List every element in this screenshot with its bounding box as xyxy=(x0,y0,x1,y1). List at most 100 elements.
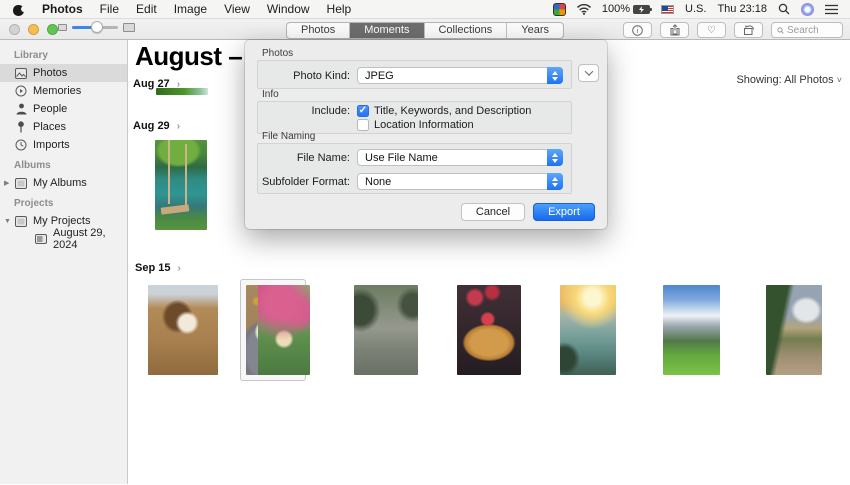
stepper-icon xyxy=(547,149,563,166)
photos-groupbox: Photo Kind: JPEG xyxy=(257,60,572,89)
showing-filter-dropdown[interactable]: Showing: All Photos ˅ xyxy=(736,74,842,86)
svg-text:i: i xyxy=(637,28,639,35)
dialog-section-photos: Photos xyxy=(262,48,294,59)
cancel-button[interactable]: Cancel xyxy=(461,203,525,221)
disclosure-expanded-icon[interactable]: ▼ xyxy=(4,218,11,225)
menu-app-name[interactable]: Photos xyxy=(42,2,83,16)
disclosure-collapsed-icon[interactable]: ▶ xyxy=(4,179,9,187)
sidebar-section-albums: Albums xyxy=(14,160,51,171)
tab-years[interactable]: Years xyxy=(507,23,563,38)
zoom-slider-thumb[interactable] xyxy=(91,21,103,33)
sidebar-item-photos[interactable]: Photos xyxy=(0,64,127,82)
title-keywords-checkbox[interactable] xyxy=(357,105,369,117)
clock-label[interactable]: Thu 23:18 xyxy=(717,3,767,15)
menu-edit[interactable]: Edit xyxy=(136,2,157,16)
battery-status[interactable]: 100% xyxy=(601,3,653,15)
dialog-section-info: Info xyxy=(262,89,279,100)
menu-window[interactable]: Window xyxy=(267,2,310,16)
chevron-down-icon xyxy=(584,67,593,76)
location-info-checkbox-label: Location Information xyxy=(374,119,474,131)
sidebar-item-label: Photos xyxy=(33,67,68,79)
info-groupbox: Include: Title, Keywords, and Descriptio… xyxy=(257,101,572,134)
sidebar-item-people[interactable]: People xyxy=(0,100,127,118)
sidebar-item-label: My Projects xyxy=(33,215,91,227)
close-window-button[interactable] xyxy=(9,24,20,35)
photo-kind-value: JPEG xyxy=(365,69,394,82)
subfolder-format-label: Subfolder Format: xyxy=(261,175,350,188)
project-icon xyxy=(14,215,28,227)
share-button[interactable] xyxy=(660,22,689,38)
menu-image[interactable]: Image xyxy=(174,2,207,16)
sidebar-item-label: My Albums xyxy=(33,177,87,189)
moment-header-sep-15[interactable]: Sep 15 › xyxy=(135,262,181,274)
view-tabs: Photos Moments Collections Years xyxy=(285,22,565,39)
memories-icon xyxy=(14,85,28,97)
small-thumbnails-icon xyxy=(58,24,67,31)
sidebar-item-memories[interactable]: Memories xyxy=(0,82,127,100)
sidebar-item-places[interactable]: Places xyxy=(0,118,127,136)
minimize-window-button[interactable] xyxy=(28,24,39,35)
file-name-dropdown[interactable]: Use File Name xyxy=(357,149,563,166)
photo-thumbnail-tent-view[interactable] xyxy=(766,285,822,375)
sidebar-item-my-albums[interactable]: ▶ My Albums xyxy=(0,174,127,192)
photo-thumbnail-sunset-sea[interactable] xyxy=(560,285,616,375)
window-toolbar: Photos Moments Collections Years i ♡ xyxy=(0,19,850,40)
photo-thumbnail-mountain-meadow[interactable] xyxy=(663,285,720,375)
wifi-icon[interactable] xyxy=(576,3,591,15)
zoom-slider[interactable] xyxy=(72,21,118,33)
sidebar-item-august-29-2024[interactable]: August 29, 2024 xyxy=(0,227,127,251)
photo-thumbnail-swing-water[interactable] xyxy=(155,140,207,230)
zoom-window-button[interactable] xyxy=(47,24,58,35)
tab-moments[interactable]: Moments xyxy=(350,23,425,38)
album-icon xyxy=(14,177,28,189)
notification-center-icon[interactable] xyxy=(825,4,838,15)
apple-menu-icon[interactable] xyxy=(12,3,27,16)
sidebar: Library Photos Memories People Places Im… xyxy=(0,40,128,484)
search-input[interactable] xyxy=(787,24,837,36)
photo-kind-dropdown[interactable]: JPEG xyxy=(357,67,563,84)
location-info-checkbox[interactable] xyxy=(357,119,369,131)
chevron-right-icon: › xyxy=(176,121,181,132)
chevron-right-icon: › xyxy=(177,263,181,274)
sidebar-section-projects: Projects xyxy=(14,198,54,209)
export-button[interactable]: Export xyxy=(533,203,595,221)
export-dialog: Photos Photo Kind: JPEG Info Include: Ti… xyxy=(245,40,607,229)
photo-thumbnail-rainy-road[interactable] xyxy=(354,285,418,375)
us-flag-icon[interactable] xyxy=(661,4,675,14)
photo-thumbnail-green-strip[interactable] xyxy=(156,88,208,95)
photo-thumbnail-woman-field[interactable] xyxy=(148,285,218,375)
moment-header-aug-29[interactable]: Aug 29 › xyxy=(133,120,180,132)
favorite-heart-button[interactable]: ♡ xyxy=(697,22,726,38)
screen-recorder-icon[interactable] xyxy=(552,2,566,16)
traffic-lights xyxy=(9,24,58,35)
siri-icon[interactable] xyxy=(801,2,814,16)
sidebar-item-imports[interactable]: Imports xyxy=(0,136,127,154)
thumbnail-zoom-control xyxy=(58,21,135,33)
search-field[interactable] xyxy=(771,22,843,38)
menu-view[interactable]: View xyxy=(224,2,250,16)
input-region-label[interactable]: U.S. xyxy=(685,3,706,15)
tab-collections[interactable]: Collections xyxy=(424,23,508,38)
photo-kind-label: Photo Kind: xyxy=(293,69,350,82)
sidebar-item-label: Places xyxy=(33,121,67,133)
rotate-button[interactable] xyxy=(734,22,763,38)
file-naming-groupbox: File Name: Use File Name Subfolder Forma… xyxy=(257,143,572,194)
sidebar-item-label: August 29, 2024 xyxy=(53,227,106,251)
info-button[interactable]: i xyxy=(623,22,652,38)
search-icon[interactable] xyxy=(778,3,790,15)
menu-help[interactable]: Help xyxy=(327,2,352,16)
project-book-icon xyxy=(34,234,48,244)
menu-file[interactable]: File xyxy=(100,2,119,16)
large-thumbnails-icon xyxy=(123,23,135,32)
file-name-value: Use File Name xyxy=(365,151,438,164)
subfolder-format-dropdown[interactable]: None xyxy=(357,173,563,190)
sidebar-section-library: Library xyxy=(14,50,48,61)
imports-icon xyxy=(14,139,28,151)
places-icon xyxy=(14,121,28,133)
photo-thumbnail-pink-blossom[interactable] xyxy=(258,285,310,375)
tab-photos[interactable]: Photos xyxy=(287,23,351,38)
photo-thumbnail-pancakes[interactable] xyxy=(457,285,521,375)
more-options-button[interactable] xyxy=(578,64,599,82)
sidebar-item-label: People xyxy=(33,103,68,115)
battery-percent-label: 100% xyxy=(601,3,631,15)
